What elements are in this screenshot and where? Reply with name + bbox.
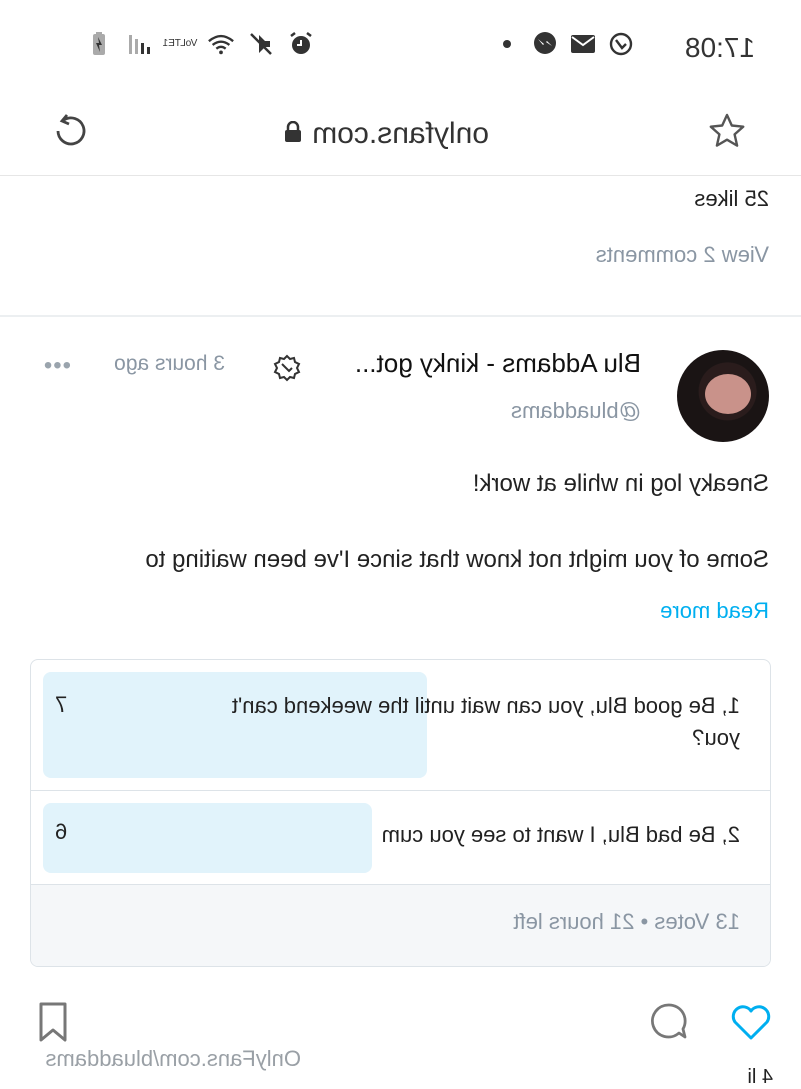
watermark-text: OnlyFans.com/bluaddams [45, 1046, 301, 1071]
poll-option[interactable]: 1, Be good Blu, you can wait until the w… [31, 660, 770, 791]
poll-summary: 13 Votes • 21 hours left [513, 909, 740, 934]
reload-icon[interactable] [49, 109, 93, 153]
poll-option-votes: 7 [55, 692, 68, 717]
notification-icons [493, 30, 635, 58]
volte-label: VoLTE1 [162, 38, 198, 49]
battery-charging-icon [85, 30, 113, 58]
messenger-icon [531, 30, 559, 58]
status-time: 17:08 [684, 32, 755, 63]
post-divider [0, 315, 801, 317]
more-options-icon[interactable]: ••• [43, 352, 71, 380]
avatar[interactable] [677, 350, 769, 442]
status-bar: 17:08 VoLTE1 [0, 0, 801, 95]
bookmark-star-icon[interactable] [707, 111, 747, 151]
system-icons: VoLTE1 [85, 30, 315, 58]
like-heart-icon[interactable] [729, 1000, 773, 1044]
screen: 17:08 VoLTE1 onlyfans.com 25 likes View … [0, 0, 801, 1088]
poll-option-label: 1, Be good Blu, you can wait until the w… [231, 693, 740, 750]
verified-badge-icon [273, 354, 301, 382]
read-more-link[interactable]: Read more [660, 598, 769, 624]
previous-post-likes: 25 likes [694, 186, 769, 211]
bookmark-icon[interactable] [29, 1000, 73, 1044]
dot-icon [493, 30, 521, 58]
poll-option-label: 2, Be bad Blu, I want to see you cum [381, 822, 740, 847]
clock-check-icon [607, 30, 635, 58]
post-text-line-1: Sneaky log in while at work! [472, 470, 769, 497]
mute-icon [247, 30, 275, 58]
poll-footer: 13 Votes • 21 hours left [31, 885, 770, 966]
author-name[interactable]: Blu Addams - kinky got... [355, 348, 641, 379]
poll: 1, Be good Blu, you can wait until the w… [30, 659, 771, 967]
post-time: 3 hours ago [114, 352, 225, 375]
url-text: onlyfans.com [312, 117, 489, 150]
view-comments-link[interactable]: View 2 comments [596, 242, 769, 268]
url-display[interactable]: onlyfans.com [284, 117, 489, 151]
browser-url-bar: onlyfans.com [0, 95, 801, 176]
volte-lte-icon: VoLTE1 [162, 30, 198, 58]
lock-icon [284, 117, 302, 151]
post-text-line-2: Some of you might not know that since I'… [145, 546, 769, 573]
poll-option-votes: 6 [55, 819, 68, 844]
alarm-icon [287, 30, 315, 58]
poll-option[interactable]: 2, Be bad Blu, I want to see you cum 6 [31, 791, 770, 885]
comment-icon[interactable] [647, 1000, 691, 1044]
signal-icon [125, 30, 153, 58]
mail-icon [569, 30, 597, 58]
likes-count-partial: 4 li [747, 1066, 773, 1088]
wifi-icon [207, 30, 235, 58]
author-handle[interactable]: @bluaddams [511, 398, 641, 424]
poll-option-bar [43, 803, 372, 873]
